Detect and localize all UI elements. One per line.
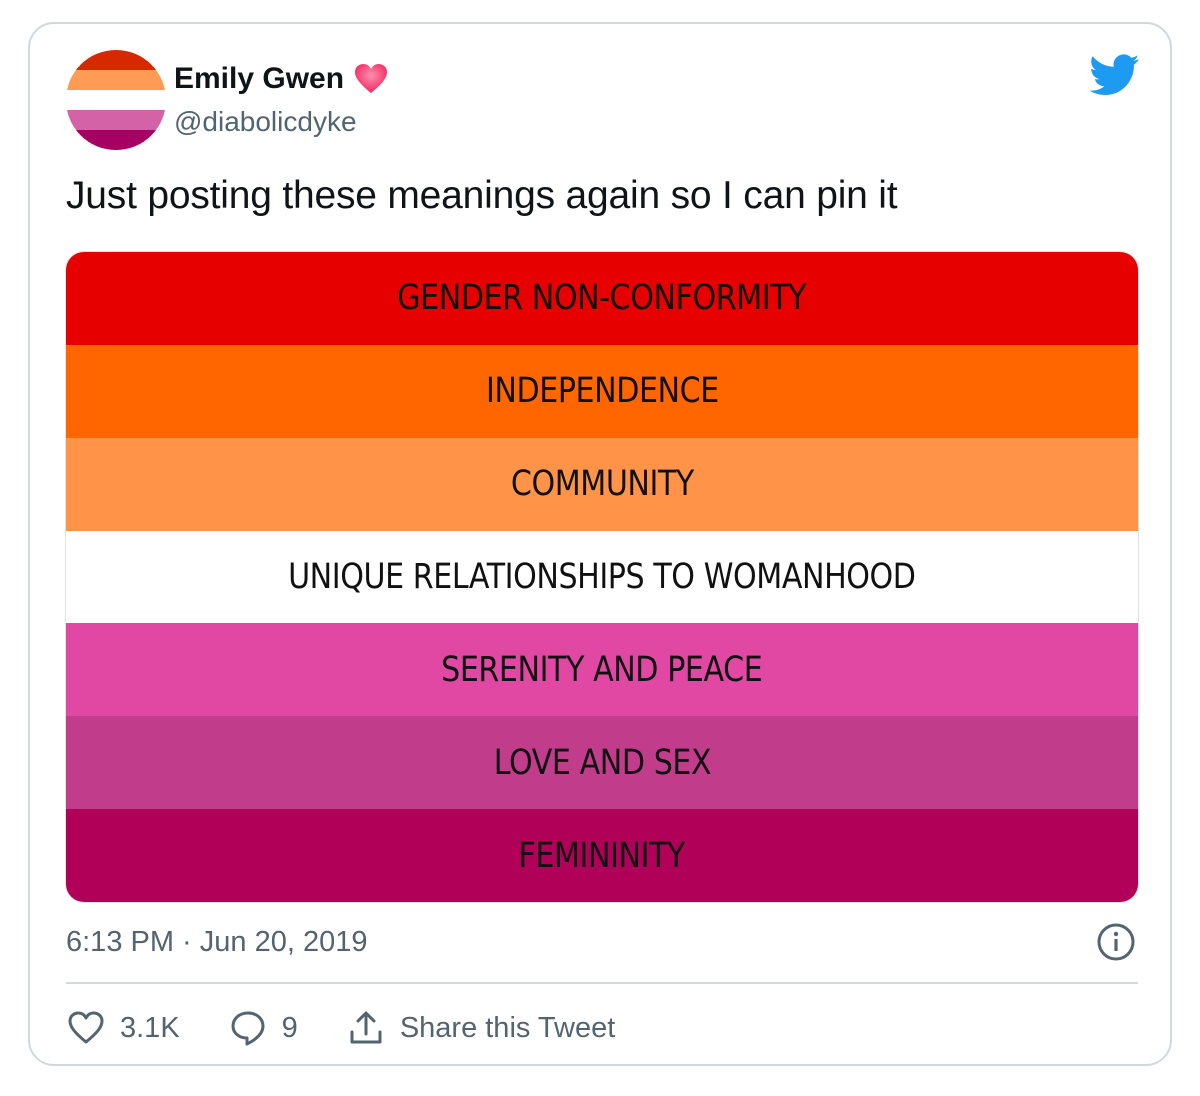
share-label: Share this Tweet — [399, 1011, 616, 1044]
avatar-stripe — [66, 70, 166, 90]
flag-stripe-label: LOVE AND SEX — [493, 742, 711, 783]
flag-stripe: UNIQUE RELATIONSHIPS TO WOMANHOOD — [66, 530, 1138, 624]
heart-emoji-icon — [355, 64, 388, 93]
tweet-text: Just posting these meanings again so I c… — [66, 174, 898, 217]
avatar-stripe — [66, 90, 166, 110]
lesbian-flag-image[interactable]: GENDER NON-CONFORMITY INDEPENDENCE COMMUNI… — [66, 252, 1138, 902]
flag-stripe-label: FEMININITY — [518, 835, 686, 876]
flag-stripe-label: INDEPENDENCE — [485, 371, 719, 412]
flag-stripe-label: SERENITY AND PEACE — [441, 649, 763, 690]
author-name[interactable]: Emily Gwen — [174, 62, 344, 96]
author-handle[interactable]: @diabolicdyke — [174, 106, 357, 138]
info-icon[interactable] — [1096, 922, 1136, 962]
flag-stripe: LOVE AND SEX — [66, 716, 1138, 810]
reply-count: 9 — [281, 1011, 298, 1044]
author-name-row: Emily Gwen — [174, 62, 388, 96]
avatar-stripe — [66, 50, 166, 70]
flag-stripe: INDEPENDENCE — [66, 344, 1138, 438]
divider — [66, 982, 1138, 984]
heart-outline-icon — [68, 1011, 104, 1044]
flag-stripe: SERENITY AND PEACE — [66, 623, 1138, 717]
flag-stripe-label: GENDER NON-CONFORMITY — [397, 278, 807, 319]
avatar-stripe — [66, 110, 166, 130]
flag-stripe: FEMININITY — [66, 809, 1138, 902]
tweet-timestamp[interactable]: 6:13 PM · Jun 20, 2019 — [66, 926, 367, 959]
reply-button[interactable]: 9 — [228, 1008, 298, 1048]
flag-stripe-label: UNIQUE RELATIONSHIPS TO WOMANHOOD — [288, 557, 916, 597]
tweet-card: Emily Gwen @diabolicdyke Just posting th… — [28, 22, 1172, 1066]
like-button[interactable]: 3.1K — [66, 1008, 180, 1048]
flag-stripe: COMMUNITY — [66, 437, 1138, 531]
twitter-bird-icon[interactable] — [1090, 54, 1140, 96]
share-button[interactable]: Share this Tweet — [346, 1008, 615, 1048]
like-count: 3.1K — [120, 1011, 180, 1044]
speech-bubble-icon — [231, 1011, 265, 1046]
avatar[interactable] — [66, 50, 166, 150]
flag-stripe: GENDER NON-CONFORMITY — [66, 252, 1138, 345]
action-bar: 3.1K 9 Share this Tweet — [66, 1008, 663, 1048]
flag-stripe-label: COMMUNITY — [510, 464, 694, 505]
avatar-stripe — [66, 130, 166, 150]
share-arrow-icon — [350, 1011, 382, 1044]
